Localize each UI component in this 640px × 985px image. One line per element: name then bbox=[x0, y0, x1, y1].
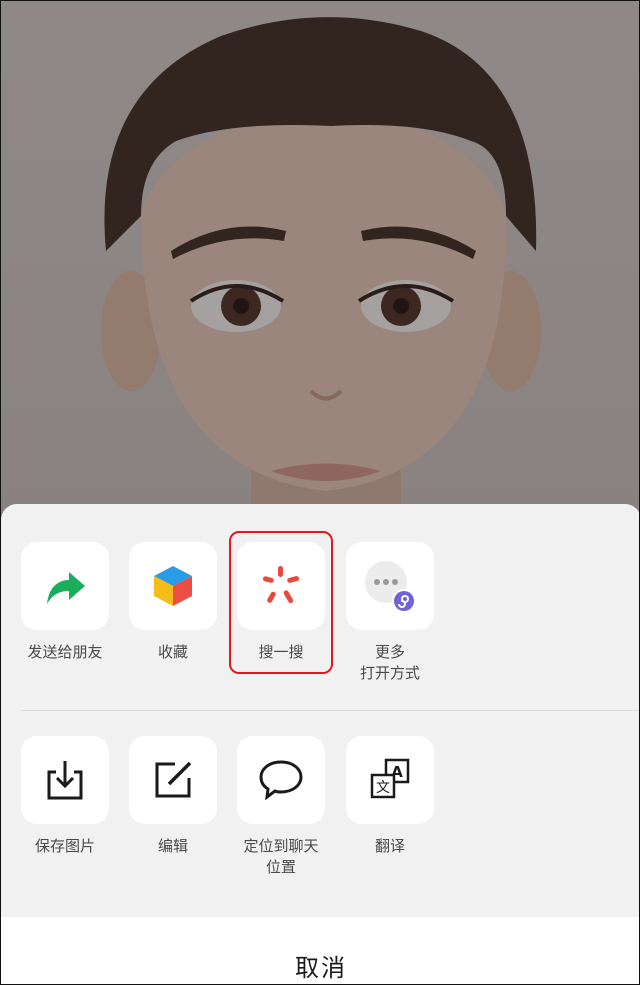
more-mini-program-icon bbox=[365, 561, 416, 613]
search-tile[interactable] bbox=[237, 542, 325, 630]
send-to-friend-label: 发送给朋友 bbox=[27, 643, 103, 661]
row-divider bbox=[21, 710, 639, 711]
share-row: 发送给朋友 收藏 搜一搜 更多 打开方式 bbox=[1, 542, 639, 712]
edit-button[interactable]: 编辑 bbox=[123, 736, 223, 857]
dim-overlay bbox=[1, 1, 639, 521]
favorite-label: 收藏 bbox=[157, 643, 188, 661]
screen: 发送给朋友 收藏 搜一搜 更多 打开方式 保存图片 编辑 定位到聊天 位置 A … bbox=[0, 0, 640, 985]
favorite-cube-icon bbox=[154, 566, 192, 606]
search-label: 搜一搜 bbox=[258, 643, 304, 661]
translate-tile[interactable]: A 文 bbox=[346, 736, 434, 824]
cancel-button[interactable]: 取消 bbox=[1, 917, 639, 984]
save-image-label: 保存图片 bbox=[34, 837, 95, 855]
cancel-label: 取消 bbox=[295, 954, 347, 982]
chat-bubble-icon bbox=[259, 760, 303, 801]
translate-button[interactable]: A 文 翻译 bbox=[340, 736, 440, 857]
locate-label-line1: 定位到聊天 bbox=[243, 837, 319, 855]
save-image-tile[interactable] bbox=[21, 736, 109, 824]
send-to-friend-tile[interactable] bbox=[21, 542, 109, 630]
edit-label: 编辑 bbox=[157, 837, 188, 855]
share-arrow-icon bbox=[47, 572, 85, 604]
favorite-button[interactable]: 收藏 bbox=[123, 542, 223, 663]
edit-tile[interactable] bbox=[129, 736, 217, 824]
locate-in-chat-button[interactable]: 定位到聊天 位置 bbox=[231, 736, 331, 878]
more-label-line1: 更多 bbox=[374, 643, 405, 661]
more-label-line2: 打开方式 bbox=[359, 664, 420, 682]
share-sheet: 发送给朋友 收藏 搜一搜 更多 打开方式 保存图片 编辑 定位到聊天 位置 A … bbox=[1, 504, 639, 984]
locate-in-chat-tile[interactable] bbox=[237, 736, 325, 824]
save-image-button[interactable]: 保存图片 bbox=[15, 736, 115, 857]
more-open-with-tile[interactable] bbox=[346, 542, 434, 630]
translate-icon: A 文 bbox=[370, 758, 410, 799]
edit-icon bbox=[155, 761, 192, 798]
svg-text:文: 文 bbox=[376, 780, 390, 796]
search-spark-icon bbox=[262, 566, 300, 604]
translate-label: 翻译 bbox=[374, 837, 405, 855]
locate-in-chat-label: 定位到聊天 位置 bbox=[231, 836, 331, 878]
locate-label-line2: 位置 bbox=[265, 858, 296, 876]
send-to-friend-button[interactable]: 发送给朋友 bbox=[15, 542, 115, 663]
search-button[interactable]: 搜一搜 bbox=[231, 542, 331, 663]
download-icon bbox=[47, 761, 83, 800]
action-row: 保存图片 编辑 定位到聊天 位置 A 文 翻译 bbox=[1, 736, 639, 906]
favorite-tile[interactable] bbox=[129, 542, 217, 630]
more-open-with-button[interactable]: 更多 打开方式 bbox=[340, 542, 440, 684]
more-open-with-label: 更多 打开方式 bbox=[340, 642, 440, 684]
